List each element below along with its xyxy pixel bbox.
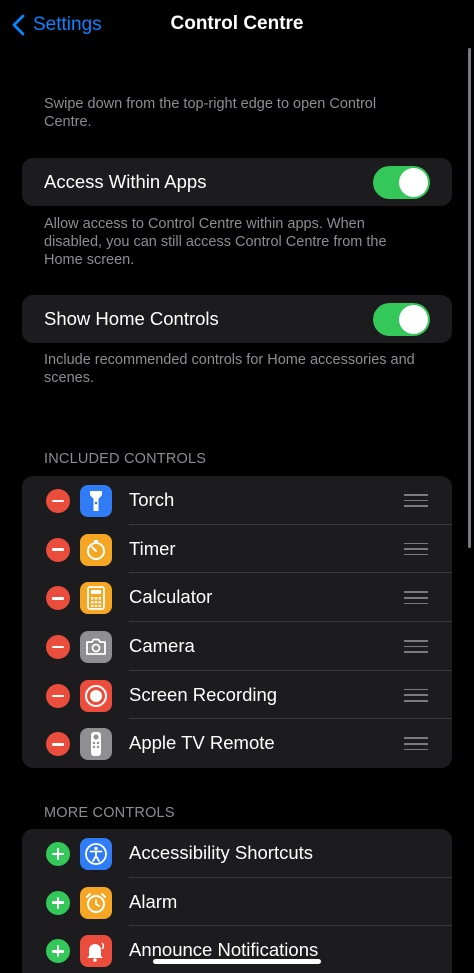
remove-button[interactable] [46,489,70,513]
screen-recording-label: Screen Recording [129,683,278,705]
calculator-icon [80,582,112,615]
add-button[interactable] [46,939,70,964]
alarm-label: Alarm [129,890,178,912]
navigation-bar: Settings Control Centre [0,0,474,52]
list-item: Accessibility Shortcuts [22,829,452,878]
access-within-apps-toggle[interactable] [373,166,430,199]
list-item: Calculator [22,573,452,623]
toggle-knob [399,305,428,334]
reorder-handle[interactable] [404,737,428,751]
list-item: Screen Recording [22,671,452,720]
show-home-controls-note: Include recommended controls for Home ac… [44,352,415,386]
apple-tv-remote-icon [80,728,112,761]
scroll-indicator[interactable] [468,48,471,548]
add-button[interactable] [46,842,70,866]
timer-label: Timer [129,537,176,559]
more-controls-header: MORE CONTROLS [44,805,175,821]
screen-recording-icon [80,679,112,712]
home-indicator[interactable] [153,959,321,964]
torch-icon [80,485,112,517]
reorder-handle[interactable] [404,494,428,508]
toggle-knob [399,168,428,197]
reorder-handle[interactable] [404,688,428,703]
accessibility-shortcuts-label: Accessibility Shortcuts [129,842,314,863]
add-button[interactable] [46,890,70,915]
camera-label: Camera [129,635,195,657]
remove-button[interactable] [46,683,70,708]
list-item: Camera [22,622,452,671]
remove-button[interactable] [46,537,70,562]
list-item: Alarm [22,878,452,927]
accessibility-icon [80,838,112,870]
included-controls-header: INCLUDED CONTROLS [44,451,207,467]
announce-notifications-icon [80,935,112,968]
list-item: Announce Notifications [22,926,452,973]
list-item: Apple TV Remote [22,719,452,768]
show-home-controls-label: Show Home Controls [44,308,219,329]
show-home-controls-toggle[interactable] [373,303,430,336]
reorder-handle[interactable] [404,591,428,605]
calculator-label: Calculator [129,586,213,608]
access-within-apps-note: Allow access to Control Centre within ap… [44,216,387,268]
page-title: Control Centre [170,13,304,34]
alarm-icon [80,886,112,919]
included-controls-list: Torch Timer Calculator Camera Screen Rec… [22,476,452,768]
reorder-handle[interactable] [404,640,428,654]
more-controls-list: Accessibility Shortcuts Alarm Announce N… [22,829,452,973]
timer-icon [80,533,112,566]
intro-note: Swipe down from the top-right edge to op… [44,96,377,130]
camera-icon [80,631,112,664]
apple-tv-remote-label: Apple TV Remote [129,732,275,754]
remove-button[interactable] [46,732,70,757]
list-item: Torch [22,476,452,525]
access-within-apps-row: Access Within Apps [22,158,452,206]
show-home-controls-row: Show Home Controls [22,295,452,343]
remove-button[interactable] [46,586,70,611]
access-within-apps-label: Access Within Apps [44,171,207,192]
torch-label: Torch [129,489,175,510]
reorder-handle[interactable] [404,542,428,557]
list-item: Timer [22,525,452,574]
remove-button[interactable] [46,635,70,660]
